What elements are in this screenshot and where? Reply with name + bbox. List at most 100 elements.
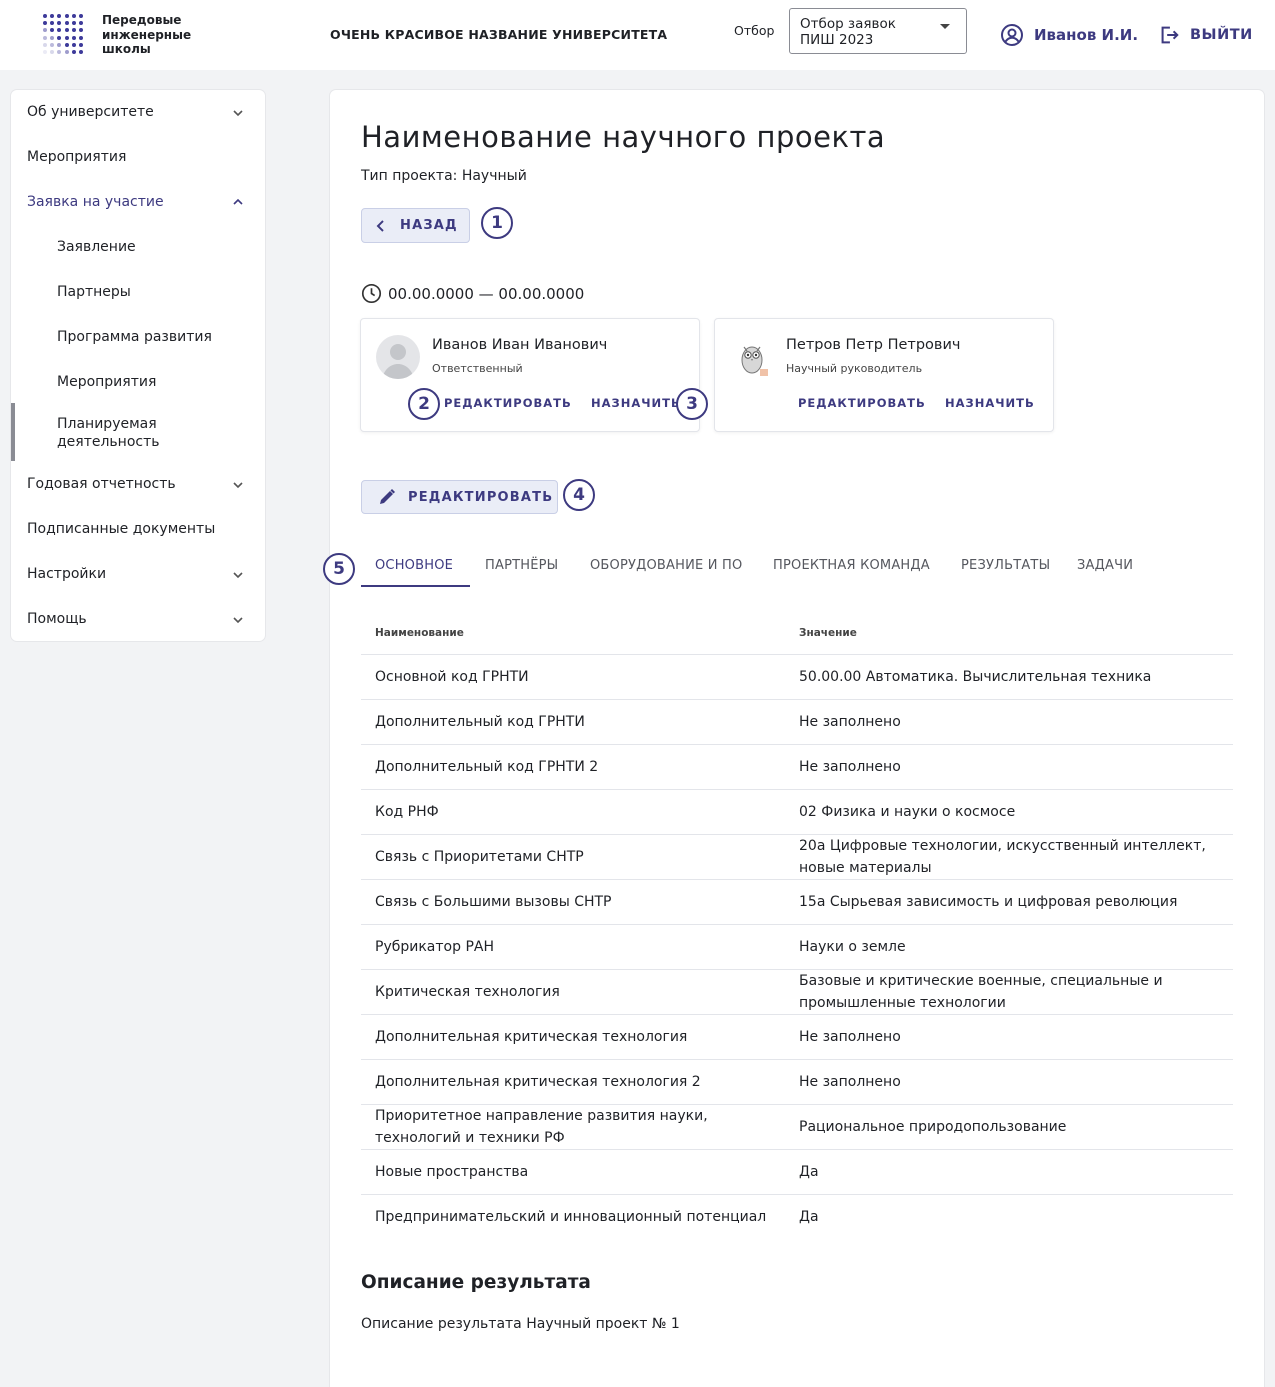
person-assign-link[interactable]: НАЗНАЧИТЬ [591,396,681,410]
logo-dot [57,50,62,54]
person-card-supervisor: Петров Петр Петрович Научный руководител… [714,318,1054,432]
logout-label: ВЫЙТИ [1190,27,1253,43]
back-label: НАЗАД [400,218,458,233]
person-edit-link[interactable]: РЕДАКТИРОВАТЬ [798,396,926,410]
column-header-name: Наименование [375,627,464,639]
logo-dot [57,35,62,40]
result-heading: Описание результата [361,1272,591,1293]
logo-dot [43,14,47,18]
tab-tasks[interactable]: ЗАДАЧИ [1077,558,1133,573]
tab-results[interactable]: РЕЗУЛЬТАТЫ [961,558,1050,573]
dropdown-caret-icon [940,24,950,29]
sidebar-item-about[interactable]: Об университете [27,104,154,120]
tab-equipment[interactable]: ОБОРУДОВАНИЕ И ПО [590,558,742,573]
table-row: Дополнительный код ГРНТИ 2 Не заполнено [361,744,1233,789]
marker-1: 1 [481,207,513,239]
logo-dot [43,28,47,33]
chevron-down-icon[interactable] [233,615,243,625]
logo-dot [57,21,62,26]
logo-line-2: инженерные [102,27,192,42]
sidebar-item-signed-docs[interactable]: Подписанные документы [27,521,215,537]
logo-dot [64,42,69,47]
chevron-up-icon[interactable] [233,197,243,207]
person-role: Научный руководитель [786,362,923,375]
sidebar-item-events[interactable]: Мероприятия [27,149,126,165]
logo-dot [50,42,55,47]
marker-3: 3 [676,388,708,420]
table-row: Основной код ГРНТИ 50.00.00 Автоматика. В… [361,654,1233,699]
person-name: Иванов Иван Иванович [432,337,608,353]
logo-dot [79,14,83,18]
table-row: Дополнительная критическая технология 2 Н… [361,1059,1233,1104]
sidebar-item-annual-report[interactable]: Годовая отчетность [27,476,176,492]
sidebar-subitem-program[interactable]: Программа развития [57,328,212,346]
back-button[interactable]: НАЗАД [361,208,470,243]
edit-label: РЕДАКТИРОВАТЬ [408,489,554,505]
row-name: Приоритетное направление развития науки,… [375,1108,708,1146]
sidebar-item-settings[interactable]: Настройки [27,566,106,582]
result-text: Описание результата Научный проект № 1 [361,1316,680,1332]
logo-dot [57,14,62,18]
person-name: Петров Петр Петрович [786,337,961,353]
row-name: Связь с Приоритетами СНТР [375,849,584,865]
person-role: Ответственный [432,362,523,375]
logo-line-1: Передовые [102,13,182,27]
project-dates: 00.00.0000 — 00.00.0000 [361,283,584,304]
row-value: Не заполнено [799,759,901,775]
project-type: Тип проекта: Научный [361,168,527,184]
logo-dot [64,21,69,26]
logo-dot [50,35,55,40]
sidebar-subitem-planned[interactable]: Планируемая деятельность [57,415,207,451]
row-value: Базовые и критические военные, специальн… [799,973,1163,1011]
table-row: Код РНФ 02 Физика и науки о космосе [361,789,1233,834]
person-edit-link[interactable]: РЕДАКТИРОВАТЬ [444,396,572,410]
column-header-value: Значение [799,627,857,639]
pencil-icon [380,489,395,504]
marker-5: 5 [323,553,355,585]
dates-text: 00.00.0000 — 00.00.0000 [388,284,585,303]
tab-main[interactable]: ОСНОВНОЕ [375,558,453,573]
page-title: Наименование научного проекта [361,120,886,154]
logo-dot [71,50,76,54]
tab-partners[interactable]: ПАРТНЁРЫ [485,558,558,573]
project-card: Наименование научного проекта Тип проект… [323,90,1264,1387]
marker-4: 4 [563,479,595,511]
tab-team[interactable]: ПРОЕКТНАЯ КОМАНДА [773,558,930,573]
table-row: Связь с Большими вызовы СНТР 15а Сырьевая… [361,879,1233,924]
sidebar-item-help[interactable]: Помощь [27,611,87,627]
logo-dot [71,14,76,18]
logo-text[interactable]: Передовые инженерные школы [102,13,191,57]
sidebar-subitem-partners[interactable]: Партнеры [57,283,131,301]
row-name: Дополнительная критическая технология [375,1029,688,1045]
edit-project-button[interactable]: РЕДАКТИРОВАТЬ [361,480,558,514]
logo-dot [43,42,47,47]
logo-dot [57,28,62,33]
logout-button[interactable]: ВЫЙТИ [1158,24,1253,46]
clock-icon [361,283,382,304]
user-menu[interactable]: Иванов И.И. [1000,23,1138,47]
university-name: ОЧЕНЬ КРАСИВОЕ НАЗВАНИЕ УНИВЕРСИТЕТА [330,27,668,42]
row-value: Рациональное природопользование [799,1119,1067,1135]
active-tab-underline [361,585,470,587]
logo-dot [71,28,76,33]
selection-dropdown[interactable]: Отбор заявок ПИШ 2023 [789,8,967,54]
logo-dot [43,35,47,40]
person-assign-link[interactable]: НАЗНАЧИТЬ [945,396,1035,410]
sidebar-subitem-events[interactable]: Мероприятия [57,373,156,391]
logo-icon[interactable] [43,14,83,54]
chevron-down-icon[interactable] [233,570,243,580]
chevron-down-icon[interactable] [233,108,243,118]
logo-dot [71,42,76,47]
logo-dot [50,14,55,18]
selection-label: Отбор [734,23,775,38]
logo-dot [64,50,69,54]
logo-dot [50,50,55,54]
sidebar-item-application[interactable]: Заявка на участие [27,194,164,210]
row-value: 50.00.00 Автоматика. Вычислительная техн… [799,669,1152,685]
sidebar-subitem-statement[interactable]: Заявление [57,238,136,256]
table-row: Критическая технология Базовые и критичес… [361,969,1233,1014]
logo-dot [79,50,83,54]
chevron-down-icon[interactable] [233,480,243,490]
logo-dot [79,42,83,47]
row-name: Основной код ГРНТИ [375,669,529,685]
